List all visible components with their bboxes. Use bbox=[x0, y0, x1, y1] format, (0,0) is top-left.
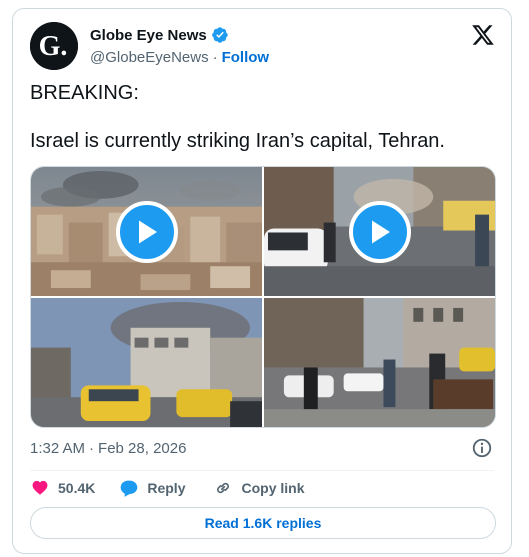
divider bbox=[30, 470, 494, 471]
media-video-2[interactable] bbox=[264, 167, 495, 296]
tweet-date: Feb 28, 2026 bbox=[98, 439, 187, 457]
handle-row: @GlobeEyeNews · Follow bbox=[90, 47, 269, 67]
svg-text:G.: G. bbox=[39, 31, 68, 62]
tweet-card: G. Globe Eye News @GlobeEyeNews · Follow… bbox=[12, 8, 512, 554]
taxis-smoke-thumbnail bbox=[31, 298, 262, 427]
name-row: Globe Eye News bbox=[90, 25, 229, 45]
display-name[interactable]: Globe Eye News bbox=[90, 27, 207, 44]
media-grid bbox=[30, 166, 496, 428]
separator-dot: · bbox=[212, 48, 218, 66]
play-button[interactable] bbox=[348, 200, 411, 263]
play-icon bbox=[138, 220, 157, 243]
copy-link-label: Copy link bbox=[241, 480, 305, 496]
avatar[interactable]: G. bbox=[30, 22, 78, 70]
like-count: 50.4K bbox=[58, 480, 96, 496]
like-button[interactable]: 50.4K bbox=[30, 478, 95, 498]
action-bar: 50.4K Reply Copy link bbox=[30, 477, 305, 499]
media-photo-1[interactable] bbox=[31, 298, 262, 427]
globe-eye-logo-icon: G. bbox=[30, 22, 78, 70]
play-icon bbox=[371, 220, 390, 243]
heart-icon bbox=[32, 480, 48, 495]
play-button[interactable] bbox=[115, 200, 178, 263]
square-crowd-thumbnail bbox=[264, 298, 495, 427]
handle[interactable]: @GlobeEyeNews bbox=[90, 49, 209, 66]
reply-bubble-icon bbox=[121, 480, 138, 497]
timestamp[interactable]: 1:32 AM · Feb 28, 2026 bbox=[30, 438, 186, 458]
copy-link-button[interactable]: Copy link bbox=[213, 478, 305, 498]
verified-icon bbox=[211, 27, 228, 43]
info-icon[interactable] bbox=[471, 437, 493, 459]
timestamp-separator: · bbox=[89, 439, 95, 457]
tweet-text: BREAKING: Israel is currently striking I… bbox=[30, 82, 445, 152]
x-logo-icon[interactable] bbox=[471, 23, 495, 47]
media-video-1[interactable] bbox=[31, 167, 262, 296]
follow-button[interactable]: Follow bbox=[222, 49, 270, 66]
reply-label: Reply bbox=[147, 480, 186, 496]
tweet-time: 1:32 AM bbox=[30, 439, 86, 457]
media-photo-2[interactable] bbox=[264, 298, 495, 427]
link-icon bbox=[217, 482, 230, 494]
read-replies-button[interactable]: Read 1.6K replies bbox=[30, 507, 496, 539]
reply-button[interactable]: Reply bbox=[119, 478, 185, 498]
